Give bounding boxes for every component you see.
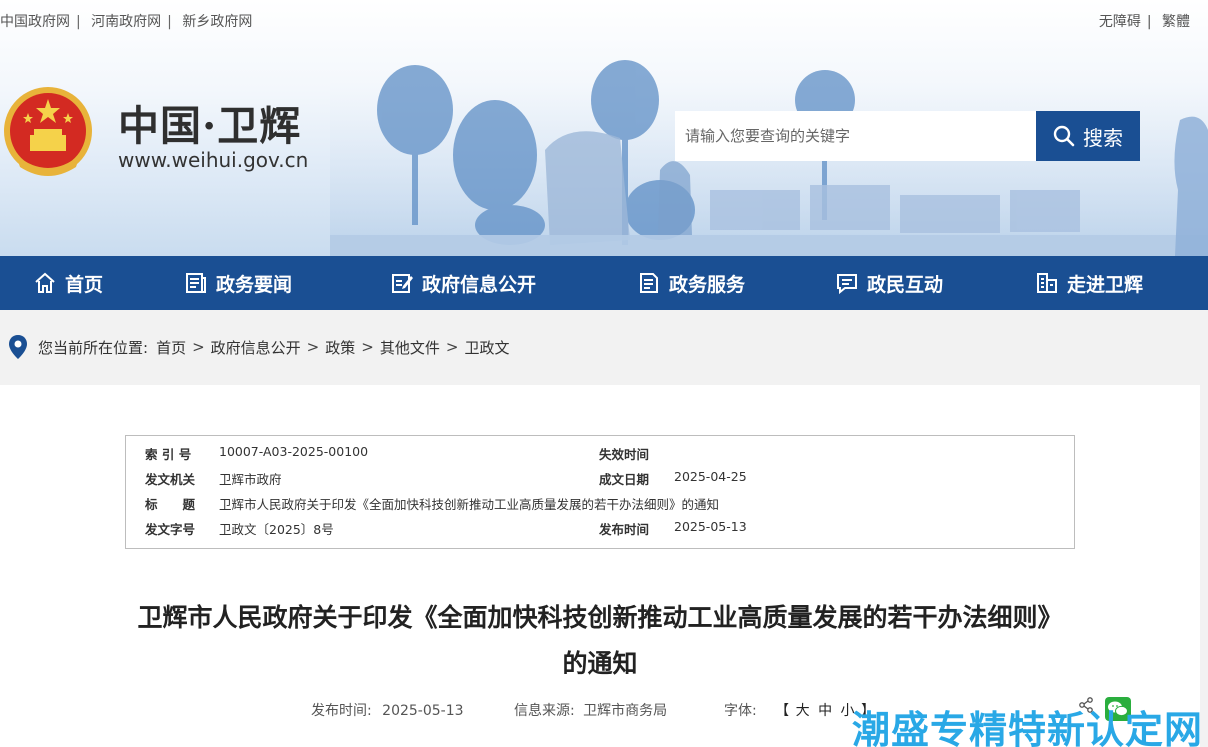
national-emblem-icon (4, 87, 92, 176)
separator: | (76, 14, 81, 30)
publish-date-value: 2025-05-13 (674, 519, 747, 534)
source-label: 信息来源: (514, 703, 575, 719)
breadcrumb-separator: > (445, 338, 459, 356)
index-number-value: 10007-A03-2025-00100 (219, 444, 369, 459)
search-bar: 搜索 (675, 111, 1140, 161)
link-xinxiang-government[interactable]: 新乡政府网 (182, 14, 252, 30)
source-info: 信息来源: 卫辉市商务局 (514, 700, 667, 720)
watermark-text: 潮盛专精特新认定网 (852, 708, 1204, 747)
site-url: www.weihui.gov.cn (118, 148, 309, 172)
building-icon (1037, 273, 1057, 293)
document-number-label: 发文字号 (145, 522, 196, 537)
nav-label: 政务要闻 (216, 273, 293, 296)
nav-label: 政务服务 (669, 273, 746, 296)
article-title: 卫辉市人民政府关于印发《全面加快科技创新推动工业高质量发展的若干办法细则》 的通… (40, 595, 1160, 687)
document-metadata-table: 索 引 号 10007-A03-2025-00100 失效时间 发文机关 卫辉市… (125, 435, 1075, 549)
accessibility-link[interactable]: 无障碍 (1099, 14, 1141, 30)
breadcrumb-home[interactable]: 首页 (156, 337, 186, 358)
site-header: 中国政府网 | 河南政府网 | 新乡政府网 无障碍 | 繁體 中国·卫辉 www.we… (0, 0, 1208, 256)
main-navigation: 首页 政务要闻 政府信息公开 政务服务 政民互动 走进卫辉 (0, 256, 1208, 310)
accessibility-links: 无障碍 | 繁體 (1099, 11, 1190, 31)
government-links: 中国政府网 | 河南政府网 | 新乡政府网 (0, 11, 252, 31)
nav-government-services[interactable]: 政务服务 (637, 256, 745, 310)
title-value: 卫辉市人民政府关于印发《全面加快科技创新推动工业高质量发展的若干办法细则》的通知 (219, 497, 720, 512)
search-icon (1053, 125, 1075, 147)
nav-label: 走进卫辉 (1067, 273, 1144, 296)
metadata-row: 标 题 卫辉市人民政府关于印发《全面加快科技创新推动工业高质量发展的若干办法细则… (126, 494, 1074, 519)
search-button-label: 搜索 (1083, 125, 1123, 150)
breadcrumb-separator: > (306, 338, 320, 356)
nav-public-interaction[interactable]: 政民互动 (835, 256, 943, 310)
issuing-authority-value: 卫辉市政府 (219, 472, 282, 487)
nav-information-disclosure[interactable]: 政府信息公开 (390, 256, 536, 310)
font-large-button[interactable]: 大 (796, 703, 810, 719)
written-date-label: 成文日期 (599, 472, 650, 487)
publish-time-label: 发布时间: (311, 703, 372, 719)
breadcrumb-policy[interactable]: 政策 (325, 337, 355, 358)
search-input[interactable] (675, 111, 1036, 161)
publish-time-value: 2025-05-13 (382, 703, 464, 719)
document-number-value: 卫政文〔2025〕8号 (219, 522, 334, 537)
nav-label: 政民互动 (867, 273, 944, 296)
nav-home[interactable]: 首页 (33, 256, 103, 310)
nav-news[interactable]: 政务要闻 (184, 256, 292, 310)
breadcrumb: 您当前所在位置: 首页 > 政府信息公开 > 政策 > 其他文件 > 卫政文 (8, 333, 509, 361)
written-date-value: 2025-04-25 (674, 469, 747, 484)
index-number-label: 索 引 号 (145, 447, 192, 462)
expiry-date-label: 失效时间 (599, 447, 650, 462)
traditional-chinese-link[interactable]: 繁體 (1162, 14, 1190, 30)
source-value: 卫辉市商务局 (583, 703, 668, 719)
font-medium-button[interactable]: 中 (818, 703, 832, 719)
nav-label: 政府信息公开 (422, 273, 537, 296)
metadata-row: 发文机关 卫辉市政府 成文日期 2025-04-25 (126, 469, 1074, 494)
breadcrumb-other-documents[interactable]: 其他文件 (380, 337, 440, 358)
news-icon (186, 273, 206, 293)
breadcrumb-information-disclosure[interactable]: 政府信息公开 (211, 337, 301, 358)
service-document-icon (640, 273, 658, 293)
title-label: 标 题 (145, 497, 196, 512)
link-central-government[interactable]: 中国政府网 (0, 14, 70, 30)
font-size-label: 字体: (724, 703, 757, 719)
link-henan-government[interactable]: 河南政府网 (91, 14, 161, 30)
edit-document-icon (392, 274, 413, 293)
breadcrumb-prefix: 您当前所在位置: (38, 338, 149, 357)
publish-info: 发布时间: 2025-05-13 (311, 700, 464, 720)
article-title-line: 卫辉市人民政府关于印发《全面加快科技创新推动工业高质量发展的若干办法细则》 (137, 603, 1063, 632)
location-pin-icon (9, 335, 27, 359)
breadcrumb-separator: > (192, 338, 205, 356)
separator: | (167, 14, 172, 30)
metadata-row: 索 引 号 10007-A03-2025-00100 失效时间 (126, 444, 1074, 469)
nav-label: 首页 (65, 273, 104, 296)
bracket: 【 (775, 703, 790, 719)
search-button[interactable]: 搜索 (1036, 111, 1140, 161)
issuing-authority-label: 发文机关 (145, 472, 196, 487)
chat-icon (837, 274, 857, 295)
publish-date-label: 发布时间 (599, 522, 650, 537)
home-icon (35, 272, 55, 293)
nav-about-weihui[interactable]: 走进卫辉 (1035, 256, 1143, 310)
breadcrumb-separator: > (361, 338, 374, 356)
article-container: 索 引 号 10007-A03-2025-00100 失效时间 发文机关 卫辉市… (0, 385, 1200, 747)
separator: | (1146, 14, 1152, 30)
breadcrumb-weizhengwen[interactable]: 卫政文 (464, 337, 509, 358)
metadata-row: 发文字号 卫政文〔2025〕8号 发布时间 2025-05-13 (126, 519, 1074, 544)
site-title: 中国·卫辉 (118, 102, 302, 150)
article-title-line: 的通知 (562, 649, 638, 678)
